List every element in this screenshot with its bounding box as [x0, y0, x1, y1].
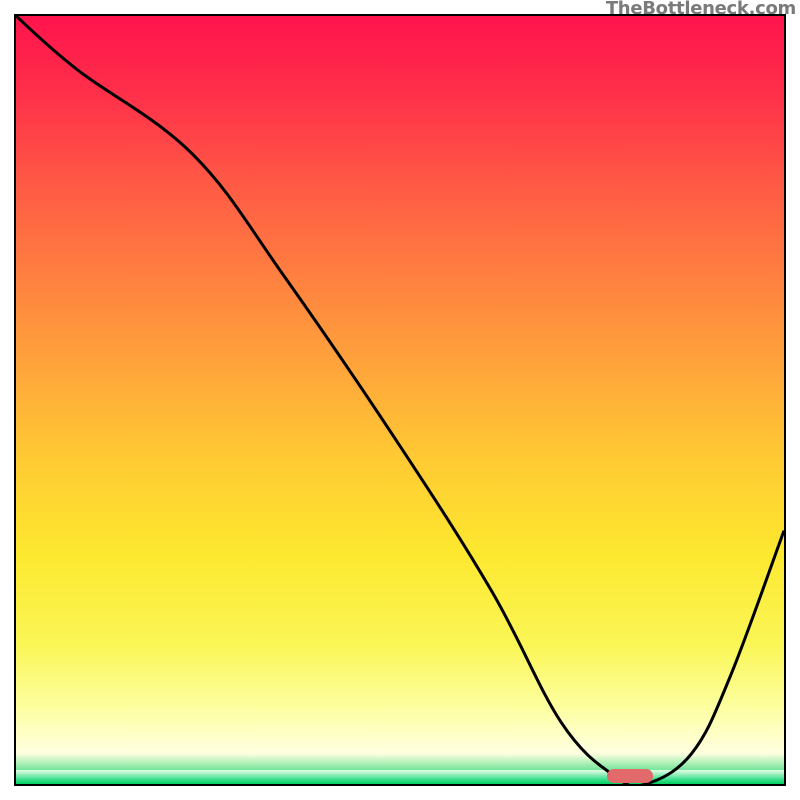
- optimal-marker: [607, 769, 653, 783]
- plot-area: [14, 14, 786, 786]
- chart-background-green-strip: [16, 770, 784, 784]
- chart-background-gradient: [16, 16, 784, 784]
- chart-container: TheBottleneck.com: [0, 0, 800, 800]
